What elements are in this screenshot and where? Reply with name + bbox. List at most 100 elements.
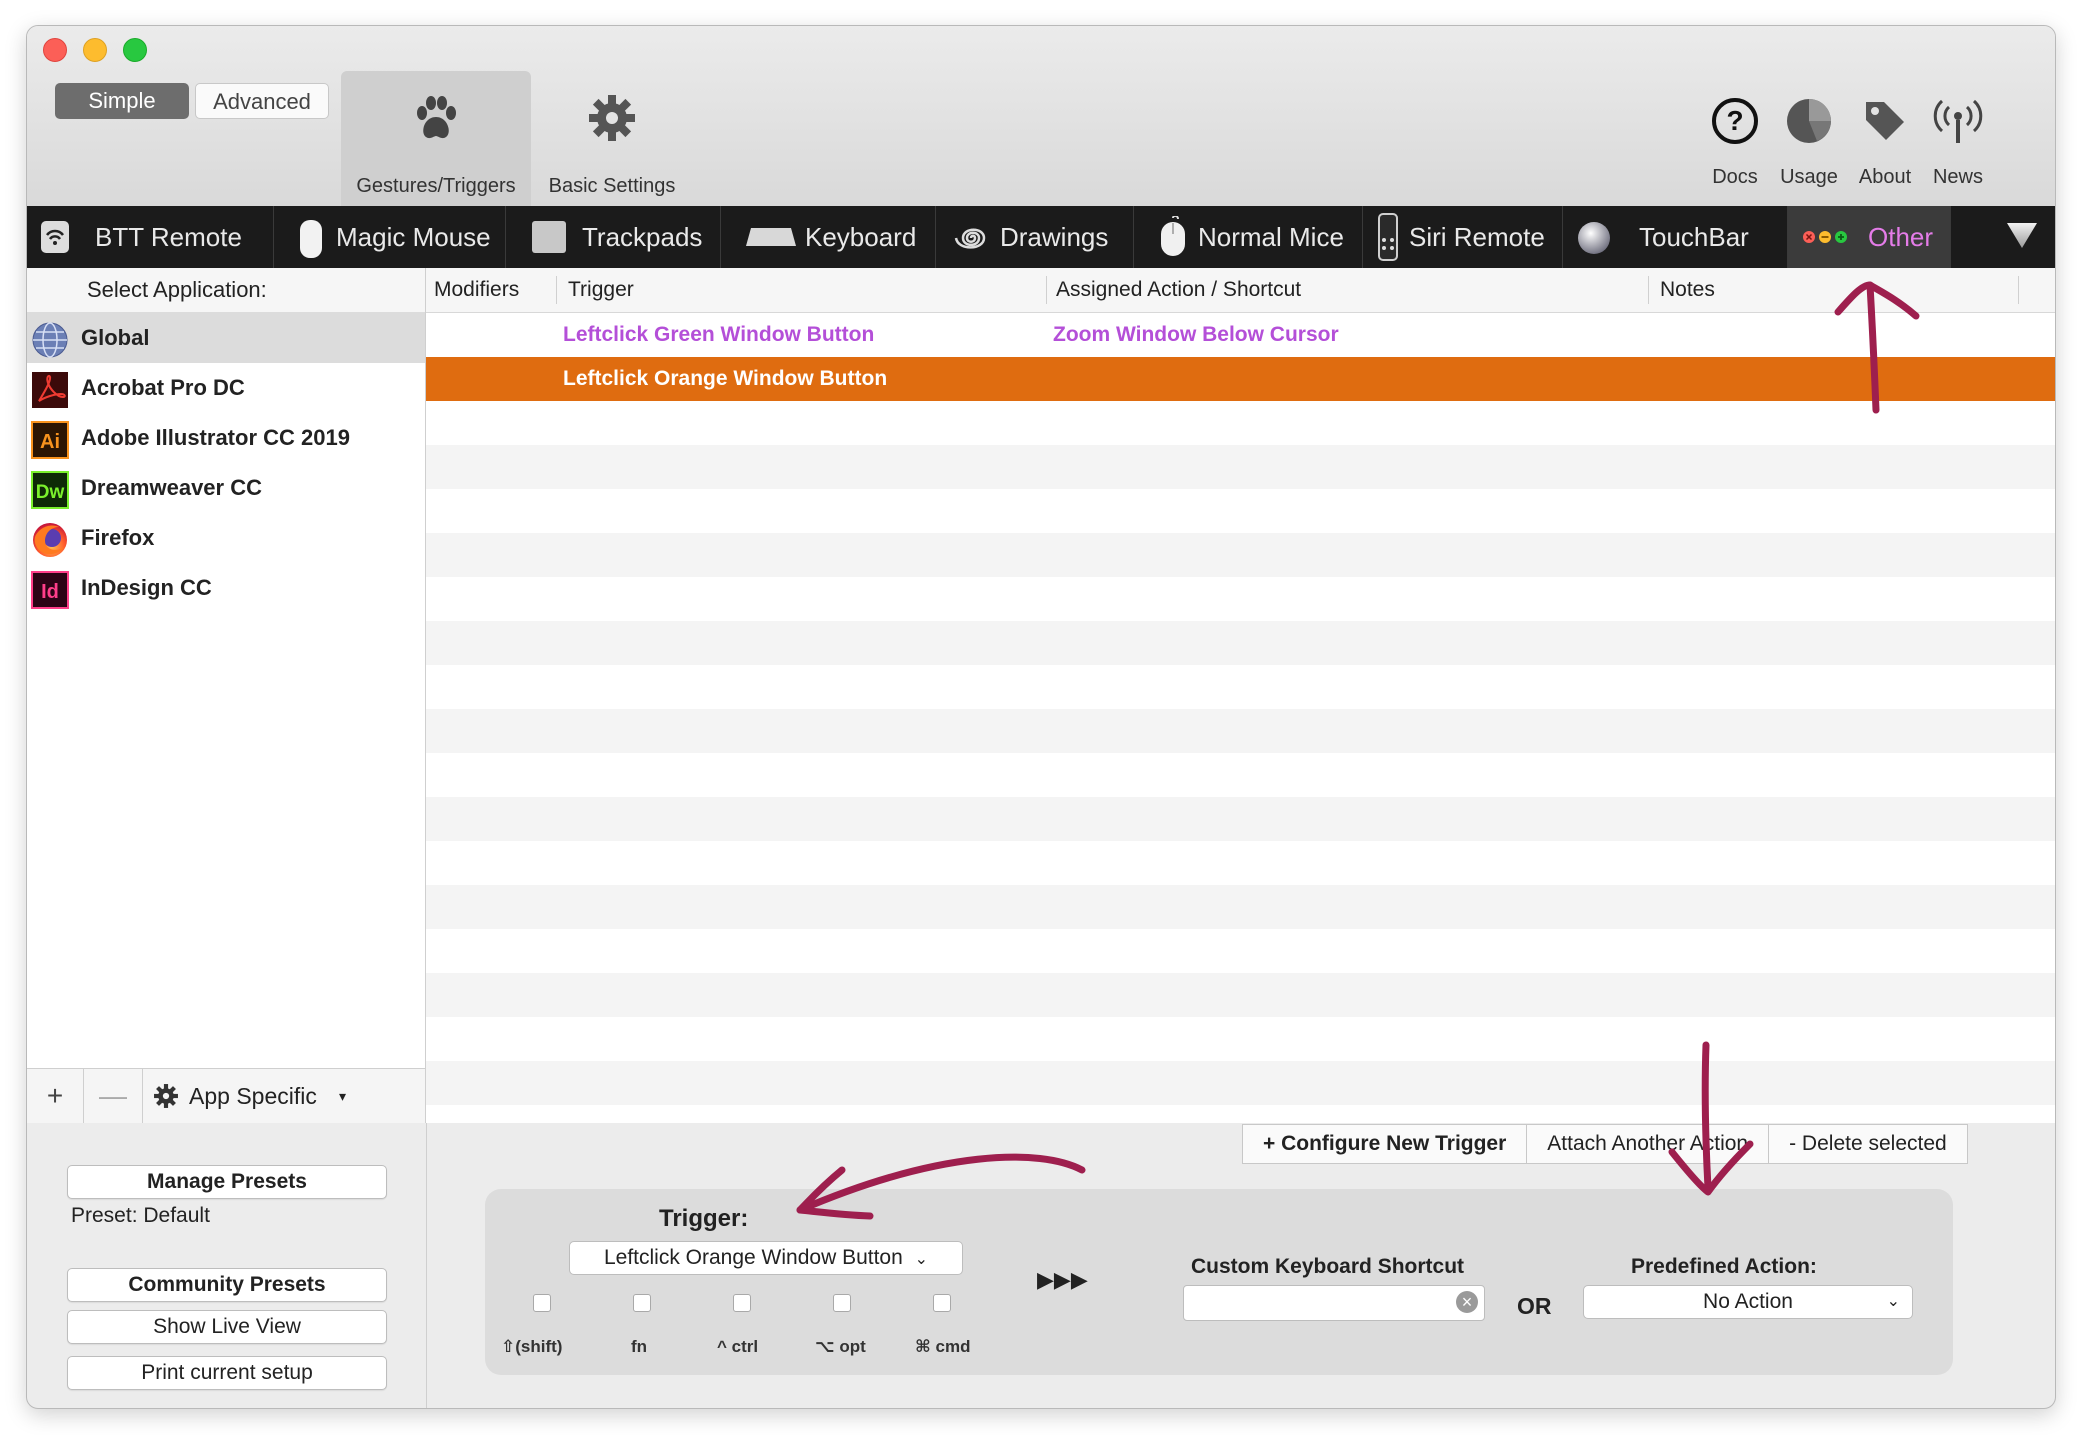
print-current-setup-button[interactable]: Print current setup bbox=[67, 1356, 387, 1390]
mouse-icon bbox=[1161, 216, 1185, 256]
cmd-checkbox[interactable] bbox=[933, 1294, 951, 1312]
tab-keyboard[interactable]: Keyboard bbox=[721, 206, 936, 268]
mode-advanced-button[interactable]: Advanced bbox=[195, 83, 329, 119]
globe-icon bbox=[32, 322, 68, 358]
news-label: News bbox=[1932, 166, 1983, 188]
news-button[interactable]: News bbox=[1923, 96, 1993, 189]
col-notes[interactable]: Notes bbox=[1660, 268, 1715, 312]
device-tab-bar: BTT Remote Magic Mouse Trackpads Keyboar… bbox=[27, 206, 2055, 268]
tab-trackpads-label: Trackpads bbox=[582, 222, 703, 252]
app-specific-menu[interactable]: App Specific ▾ bbox=[143, 1069, 423, 1123]
app-item-indesign[interactable]: Id InDesign CC bbox=[27, 563, 425, 613]
app-specific-label: App Specific bbox=[189, 1083, 317, 1109]
tab-trackpads[interactable]: Trackpads bbox=[506, 206, 721, 268]
trigger-config-panel: Trigger: Leftclick Orange Window Button … bbox=[485, 1189, 1953, 1375]
flow-arrows: ▶▶▶ bbox=[1037, 1267, 1088, 1292]
col-modifiers[interactable]: Modifiers bbox=[434, 268, 519, 312]
ctrl-checkbox[interactable] bbox=[733, 1294, 751, 1312]
tab-magic-mouse[interactable]: Magic Mouse bbox=[274, 206, 506, 268]
delete-selected-button[interactable]: - Delete selected bbox=[1769, 1125, 1967, 1163]
app-item-firefox[interactable]: Firefox bbox=[27, 513, 425, 563]
fn-checkbox[interactable] bbox=[633, 1294, 651, 1312]
app-name: Acrobat Pro DC bbox=[81, 375, 245, 400]
docs-button[interactable]: ? Docs bbox=[1700, 96, 1770, 189]
predefined-action-select[interactable]: No Action ⌄ bbox=[1583, 1285, 1913, 1319]
gestures-triggers-tab[interactable]: Gestures/Triggers bbox=[341, 71, 531, 206]
acrobat-icon bbox=[32, 372, 68, 408]
dreamweaver-icon: Dw bbox=[31, 471, 69, 509]
app-item-dreamweaver[interactable]: Dw Dreamweaver CC bbox=[27, 463, 425, 513]
zoom-button[interactable] bbox=[123, 38, 147, 62]
col-assigned-action[interactable]: Assigned Action / Shortcut bbox=[1056, 268, 1301, 312]
shift-checkbox[interactable] bbox=[533, 1294, 551, 1312]
mode-simple-button[interactable]: Simple bbox=[55, 83, 189, 119]
attach-another-action-button[interactable]: Attach Another Action bbox=[1527, 1125, 1770, 1163]
remove-app-button[interactable]: — bbox=[84, 1069, 143, 1123]
app-item-illustrator[interactable]: Ai Adobe Illustrator CC 2019 bbox=[27, 413, 425, 463]
trigger-cell: Leftclick Green Window Button bbox=[563, 323, 875, 346]
ctrl-label: ^ ctrl bbox=[717, 1337, 759, 1356]
wifi-phone-icon bbox=[41, 221, 69, 253]
app-sidebar: Select Application: Global Acrobat Pro D… bbox=[27, 268, 426, 1123]
empty-row bbox=[426, 885, 2055, 929]
tab-other[interactable]: Other bbox=[1788, 206, 1951, 268]
tab-drawings[interactable]: Drawings bbox=[936, 206, 1134, 268]
minimize-button[interactable] bbox=[83, 38, 107, 62]
gear-icon bbox=[589, 95, 635, 141]
opt-label: ⌥ opt bbox=[815, 1337, 866, 1356]
show-live-view-button[interactable]: Show Live View bbox=[67, 1310, 387, 1344]
pie-chart-icon bbox=[1787, 99, 1831, 143]
touchbar-icon bbox=[1578, 222, 1610, 254]
community-presets-button[interactable]: Community Presets bbox=[67, 1268, 387, 1302]
svg-text:Ai: Ai bbox=[40, 431, 60, 453]
indesign-icon: Id bbox=[31, 571, 69, 609]
tab-siri-remote[interactable]: Siri Remote bbox=[1363, 206, 1563, 268]
table-header: Modifiers Trigger Assigned Action / Shor… bbox=[426, 268, 2055, 313]
usage-button[interactable]: Usage bbox=[1774, 96, 1844, 189]
tab-drawings-label: Drawings bbox=[1000, 222, 1109, 252]
col-trigger[interactable]: Trigger bbox=[568, 268, 634, 312]
empty-row bbox=[426, 841, 2055, 885]
table-row-selected[interactable]: Leftclick Orange Window Button bbox=[426, 357, 2055, 401]
bottom-divider bbox=[426, 1123, 427, 1408]
close-button[interactable] bbox=[43, 38, 67, 62]
tab-keyboard-label: Keyboard bbox=[805, 222, 917, 252]
predefined-action-title: Predefined Action: bbox=[1631, 1255, 1817, 1278]
app-item-acrobat[interactable]: Acrobat Pro DC bbox=[27, 363, 425, 413]
empty-row bbox=[426, 753, 2055, 797]
clear-icon[interactable]: × bbox=[1456, 1291, 1478, 1313]
tab-btt-remote[interactable]: BTT Remote bbox=[27, 206, 274, 268]
chevron-down-icon: ⌄ bbox=[1886, 1293, 1900, 1310]
table-row[interactable]: Leftclick Green Window Button Zoom Windo… bbox=[426, 313, 2055, 357]
configure-new-trigger-button[interactable]: + Configure New Trigger bbox=[1243, 1125, 1528, 1163]
more-tabs-button[interactable] bbox=[1951, 206, 2055, 268]
gear-icon bbox=[154, 1084, 178, 1108]
fn-label: fn bbox=[631, 1337, 648, 1356]
app-item-global[interactable]: Global bbox=[27, 313, 425, 363]
or-label: OR bbox=[1517, 1293, 1552, 1319]
empty-row bbox=[426, 577, 2055, 621]
app-name: Dreamweaver CC bbox=[81, 475, 262, 500]
custom-shortcut-title: Custom Keyboard Shortcut bbox=[1191, 1255, 1465, 1278]
empty-row bbox=[426, 1017, 2055, 1061]
basic-settings-tab[interactable]: Basic Settings bbox=[537, 71, 687, 206]
empty-row bbox=[426, 533, 2055, 577]
btt-window: Simple Advanced Gestures/Triggers Basic … bbox=[26, 25, 2056, 1409]
custom-shortcut-field[interactable]: × bbox=[1183, 1285, 1485, 1321]
about-button[interactable]: About bbox=[1850, 96, 1920, 189]
firefox-icon bbox=[33, 523, 67, 557]
tab-normal-mice[interactable]: Normal Mice bbox=[1134, 206, 1363, 268]
manage-presets-button[interactable]: Manage Presets bbox=[67, 1165, 387, 1199]
trigger-select[interactable]: Leftclick Orange Window Button ⌄ bbox=[569, 1241, 963, 1275]
empty-row bbox=[426, 797, 2055, 841]
opt-checkbox[interactable] bbox=[833, 1294, 851, 1312]
triggers-table: Modifiers Trigger Assigned Action / Shor… bbox=[426, 268, 2055, 1123]
chevron-down-icon: ⌄ bbox=[914, 1251, 929, 1268]
empty-row bbox=[426, 709, 2055, 753]
spiral-icon bbox=[954, 228, 986, 249]
trigger-cell: Leftclick Orange Window Button bbox=[563, 367, 888, 390]
add-app-button[interactable]: + bbox=[27, 1069, 84, 1123]
question-icon: ? bbox=[1712, 98, 1758, 144]
app-name: InDesign CC bbox=[81, 575, 212, 600]
tab-touchbar[interactable]: TouchBar bbox=[1563, 206, 1788, 268]
